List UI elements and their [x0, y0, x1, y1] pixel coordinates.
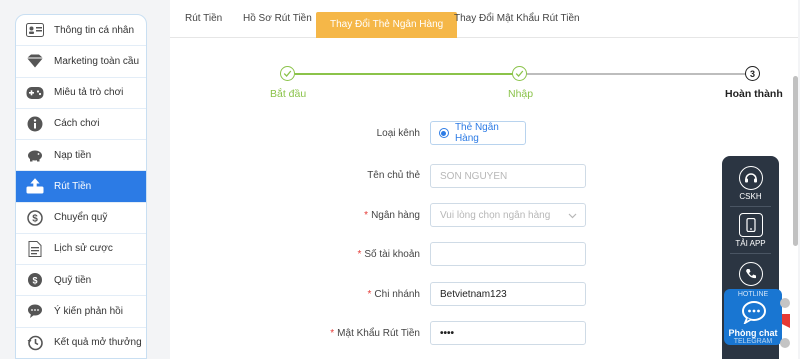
telegram-subtitle: TELEGRAM [733, 338, 773, 345]
divider [730, 206, 771, 207]
info-icon [26, 115, 44, 133]
download-app-button[interactable]: TẢI APP [722, 213, 779, 248]
channel-value: Thẻ Ngân Hàng [454, 122, 499, 144]
branch-label: * Chi nhánh [250, 289, 421, 300]
holder-name-field[interactable]: SON NGUYEN [430, 164, 586, 188]
required-mark: * [330, 328, 335, 339]
sidebar-item-label: Lịch sử cược [54, 243, 113, 255]
required-mark: * [357, 249, 362, 260]
sidebar-item-marketing[interactable]: Marketing toàn cầu [16, 46, 146, 78]
tab-change-bank-card[interactable]: Thay Đổi Thẻ Ngân Hàng [316, 12, 458, 38]
divider [730, 253, 771, 254]
withdraw-icon [26, 177, 44, 195]
sidebar: Thông tin cá nhân Marketing toàn cầu Miê… [15, 14, 147, 359]
headset-icon [738, 166, 763, 190]
sidebar-item-label: Nạp tiền [54, 149, 92, 161]
holder-label: Tên chủ thẻ [367, 170, 420, 181]
document-icon [26, 240, 44, 258]
step-connector-2 [527, 73, 747, 75]
history-icon [26, 334, 44, 352]
required-mark: * [367, 289, 372, 300]
account-number-field[interactable] [430, 242, 586, 266]
branch-label-text: Chi nhánh [374, 289, 420, 300]
svg-text:$: $ [32, 213, 38, 224]
main-panel: Rút Tiền Hồ Sơ Rút Tiền Thay Đổi Thẻ Ngâ… [170, 0, 798, 359]
red-tag-icon [780, 312, 792, 330]
required-mark: * [364, 210, 369, 221]
diamond-icon [26, 52, 44, 70]
telegram-chat-button[interactable]: HOTLINE Phòng chat TELEGRAM [724, 289, 782, 345]
sidebar-item-label: Miêu tả trò chơi [54, 87, 124, 99]
sidebar-item-deposit[interactable]: Nạp tiền [16, 140, 146, 172]
channel-option-bank-card[interactable]: Thẻ Ngân Hàng [430, 121, 526, 145]
sidebar-item-bet-history[interactable]: Lịch sử cược [16, 234, 146, 265]
hotline-button[interactable] [722, 262, 779, 288]
close-small-icon[interactable] [780, 338, 790, 348]
cskh-label: CSKH [739, 192, 762, 201]
step-connector-1 [295, 73, 520, 75]
sidebar-item-label: Marketing toàn cầu [54, 55, 140, 67]
piggy-bank-icon [26, 146, 44, 164]
phone-icon [738, 213, 763, 237]
sidebar-item-withdraw[interactable]: Rút Tiền [16, 171, 146, 203]
svg-text:$: $ [32, 276, 37, 286]
sidebar-item-label: Kết quả mở thưởng [54, 337, 142, 349]
dollar-coin-icon: $ [26, 209, 44, 227]
chat-icon [26, 302, 44, 320]
radio-selected-icon [439, 128, 449, 138]
hotline-label: HOTLINE [737, 291, 769, 298]
bank-label-text: Ngân hàng [371, 210, 420, 221]
scrollbar[interactable] [793, 76, 798, 246]
tab-bar: Rút Tiền Hồ Sơ Rút Tiền Thay Đổi Thẻ Ngâ… [170, 0, 798, 38]
step-3-number: 3 [745, 66, 760, 81]
sidebar-item-how-to-play[interactable]: Cách chơi [16, 109, 146, 140]
step-2-label: Nhập [508, 88, 534, 100]
password-label-text: Mật Khẩu Rút Tiền [337, 328, 420, 339]
branch-field[interactable]: Betvietnam123 [430, 282, 586, 306]
bank-label: * Ngân hàng [250, 210, 420, 221]
channel-label: Loại kênh [376, 128, 420, 139]
bank-select[interactable]: Vui lòng chọn ngân hàng [430, 203, 586, 227]
sidebar-item-game-description[interactable]: Miêu tả trò chơi [16, 78, 146, 109]
sidebar-item-transfer[interactable]: $ Chuyển quỹ [16, 203, 146, 234]
cskh-button[interactable]: CSKH [722, 166, 779, 201]
sidebar-item-profile[interactable]: Thông tin cá nhân [16, 15, 146, 47]
step-3-label: Hoàn thành [725, 88, 783, 100]
sidebar-item-label: Thông tin cá nhân [54, 24, 135, 36]
sidebar-item-results[interactable]: Kết quả mở thưởng [16, 328, 146, 358]
phone-call-icon [738, 262, 763, 286]
account-label-text: Số tài khoản [364, 249, 420, 260]
password-label: * Mật Khẩu Rút Tiền [250, 328, 420, 339]
account-label: * Số tài khoản [250, 249, 420, 260]
sidebar-item-label: Chuyển quỹ [54, 212, 108, 224]
sidebar-item-label: Rút Tiền [54, 180, 92, 192]
app-label: TẢI APP [735, 239, 766, 248]
sidebar-item-label: Cách chơi [54, 118, 100, 130]
coins-icon: $ [26, 271, 44, 289]
sidebar-item-funds[interactable]: $ Quỹ tiền [16, 265, 146, 297]
id-card-icon [26, 21, 44, 39]
sidebar-item-label: Ý kiến phản hồi [54, 305, 123, 317]
chat-bubble-icon [741, 300, 767, 329]
tab-change-withdraw-password[interactable]: Thay Đổi Mật Khẩu Rút Tiền [454, 13, 580, 24]
tab-withdraw-history[interactable]: Hồ Sơ Rút Tiền [243, 13, 312, 24]
gamepad-icon [26, 84, 44, 102]
step-1-label: Bắt đầu [270, 88, 307, 100]
telegram-title: Phòng chat [728, 328, 778, 338]
bank-select-placeholder: Vui lòng chọn ngân hàng [440, 209, 551, 221]
tab-withdraw[interactable]: Rút Tiền [185, 13, 222, 24]
chevron-down-icon [568, 211, 577, 222]
step-1-check-icon [280, 66, 295, 81]
withdraw-password-field[interactable]: •••• [430, 321, 586, 345]
close-small-icon[interactable] [780, 298, 790, 308]
step-2-check-icon [512, 66, 527, 81]
sidebar-item-label: Quỹ tiền [54, 274, 92, 286]
sidebar-item-feedback[interactable]: Ý kiến phản hồi [16, 296, 146, 328]
